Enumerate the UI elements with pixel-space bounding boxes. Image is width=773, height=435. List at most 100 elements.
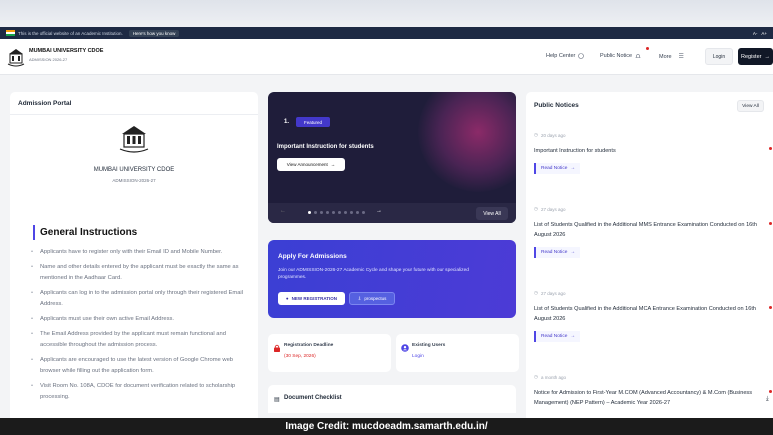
image-credit: Image Credit: mucdoeadm.samarth.edu.in/ [0,418,773,435]
carousel-dots [308,211,365,214]
deadline-date: (30 Sep, 2026) [284,354,316,359]
instruction-item: Applicants have to register only with th… [30,247,245,258]
instruction-item: Applicants are encouraged to use the lat… [30,355,245,377]
notice-time: ◷ a month ago [534,374,566,380]
instruction-item: The Email Address provided by the applic… [30,329,245,351]
new-notice-dot [769,147,772,150]
arrow-right-icon: → [330,162,336,167]
notice-item: ◷ a month ago Notice for Admission to Fir… [534,374,772,408]
clock-icon: ◷ [534,206,538,211]
carousel-dot[interactable] [326,211,329,214]
carousel-dot[interactable] [362,211,365,214]
new-notice-dot [769,222,772,225]
apply-description: Join our ADMISSION-2026-27 Academic Cycl… [278,268,469,280]
register-button[interactable]: Register → [738,48,773,65]
site-header: MUMBAI UNIVERSITY CDOE ADMISSION 2026-27… [0,39,773,75]
divider [10,114,258,115]
clock-icon: ◷ [534,132,538,137]
login-button[interactable]: Login [705,48,733,65]
clock-icon: ◷ [534,374,538,379]
carousel-dot[interactable] [332,211,335,214]
carousel-dot[interactable] [338,211,341,214]
read-notice-button[interactable]: Read Notice → [534,163,581,174]
admission-session: ADMISSION-2026-27 [112,178,156,183]
university-name: MUMBAI UNIVERSITY CDOE [93,167,175,173]
new-notice-dot [769,306,772,309]
carousel-next-arrow-icon[interactable]: → [376,208,382,214]
bell-icon [635,54,641,58]
carousel-dot[interactable] [350,211,353,214]
notices-title: Public Notices [534,102,579,109]
font-decrease-button[interactable]: A- [753,31,758,36]
heres-how-you-know-link[interactable]: Here's how you know [128,29,180,37]
nav-more[interactable]: More ☰ [659,53,684,61]
notice-time: ◷ 27 days ago [534,206,566,212]
featured-badge: Featured [296,117,330,127]
admission-portal-title: Admission Portal [18,100,72,107]
read-notice-button[interactable]: Read Notice → [534,331,581,342]
notice-item: ◷ 27 days ago List of Students Qualified … [534,206,772,258]
help-circle-icon [578,53,585,59]
carousel-dot[interactable] [356,211,359,214]
arrow-right-icon: → [570,334,576,339]
university-emblem-icon [119,126,149,153]
notice-red-dot [646,47,649,50]
read-notice-button[interactable]: Read Notice → [534,247,581,258]
carousel-prev-arrow-icon[interactable]: ← [280,208,286,214]
university-emblem-icon[interactable] [6,46,26,68]
decorative-glow [418,92,516,192]
document-checklist-card[interactable]: ▤ Document Checklist [268,385,516,413]
new-notice-dot [769,390,772,393]
carousel-dot[interactable] [314,211,317,214]
notices-view-all-button[interactable]: View All [737,100,764,112]
announcement-carousel: 1. Featured Important Instruction for st… [268,92,516,223]
arrow-right-icon: → [570,250,576,255]
carousel-footer: ← → View All [268,203,516,223]
public-notices-panel: Public Notices View All ◷ 20 days ago Imp… [526,92,773,422]
existing-users-login-link[interactable]: Login [412,354,424,359]
instruction-item: Applicants can log in to the admission p… [30,288,245,310]
slide-number: 1. [284,119,290,125]
announcement-view-all-button[interactable]: View All [476,207,508,220]
notice-time: ◷ 27 days ago [534,290,566,296]
nav-public-notice[interactable]: Public Notice [600,47,649,59]
instruction-item: Name and other details entered by the ap… [30,262,245,284]
existing-users-label: Existing Users [412,343,446,348]
header-org-sub: ADMISSION 2026-27 [29,57,68,62]
download-icon: ⇩ [357,295,362,301]
instructions-title: General Instructions [40,227,138,238]
blurred-browser-bar [0,0,773,27]
notice-item: ◷ 27 days ago List of Students Qualified … [534,290,772,342]
new-registration-button[interactable]: ● NEW REGISTRATION [278,292,345,305]
apply-admissions-card: Apply For Admissions Join our ADMISSION-… [268,240,516,318]
document-icon: ▤ [274,397,280,403]
existing-users-card: Existing Users Login [396,334,519,372]
user-icon: ● [285,296,289,301]
prospectus-button[interactable]: ⇩ prospectus [349,292,395,305]
notice-time: ◷ 20 days ago [534,132,566,138]
deadline-label: Registration Deadline [284,343,334,348]
notice-item: ◷ 20 days ago Important Instruction for s… [534,132,772,174]
gov-banner: This is the official website of an Acade… [0,27,773,39]
notice-text: Important Instruction for students [534,148,616,154]
instructions-list: Applicants have to register only with th… [30,247,245,407]
font-increase-button[interactable]: A+ [761,31,767,36]
user-circle-icon [401,344,409,352]
nav-help-center[interactable]: Help Center [546,53,585,59]
carousel-dot[interactable] [308,211,311,214]
carousel-dot[interactable] [320,211,323,214]
carousel-dot[interactable] [344,211,347,214]
notice-text: List of Students Qualified in the Additi… [534,306,757,322]
gov-banner-text: This is the official website of an Acade… [18,30,123,36]
apply-title: Apply For Admissions [278,253,347,260]
scroll-down-icon[interactable]: ⤓ [766,396,769,403]
checklist-title: Document Checklist [284,395,342,401]
view-announcement-button[interactable]: View Announcement → [277,158,345,171]
registration-deadline-card: Registration Deadline (30 Sep, 2026) [268,334,391,372]
notice-text: List of Students Qualified in the Additi… [534,222,757,238]
menu-icon: ☰ [678,54,684,60]
header-org-name: MUMBAI UNIVERSITY CDOE [29,48,104,54]
arrow-right-icon: → [764,53,770,60]
india-flag-icon [6,30,15,36]
lock-icon [274,344,280,352]
